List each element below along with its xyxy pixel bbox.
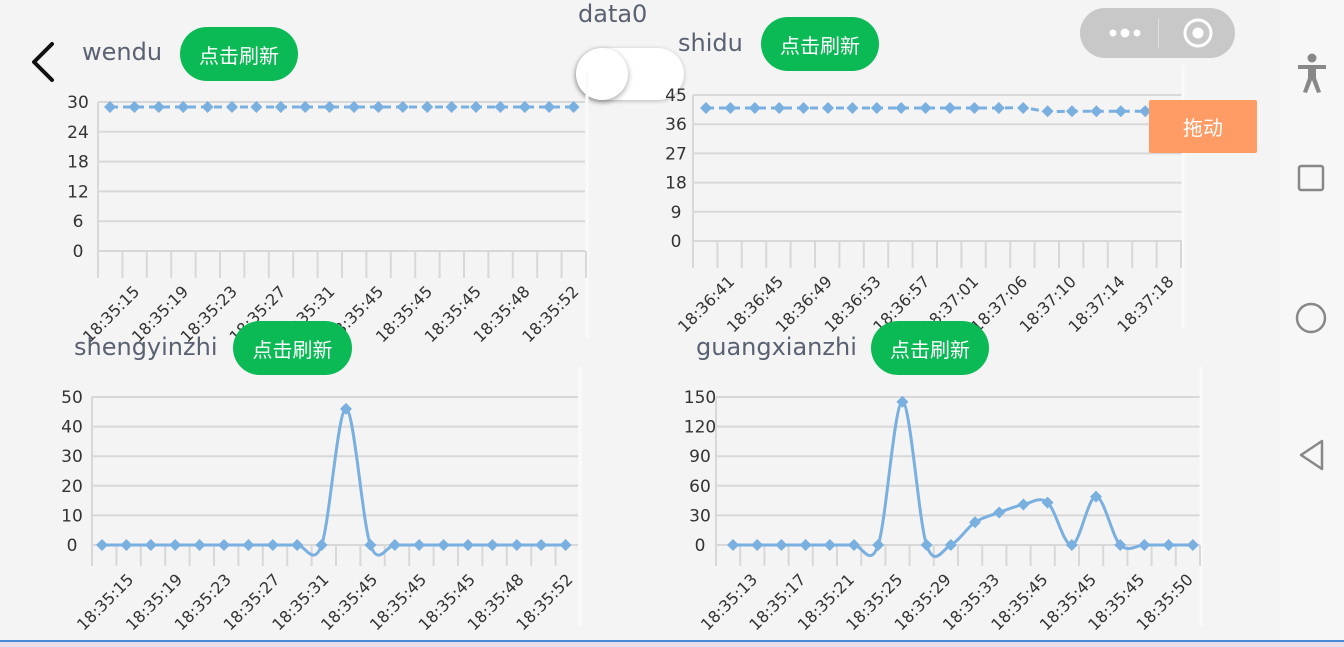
data-point: [944, 101, 956, 114]
triangle-back-icon: [1299, 439, 1324, 471]
y-tick-label: 40: [61, 418, 83, 438]
data-point: [364, 539, 377, 551]
y-tick-label: 30: [67, 93, 89, 113]
data-point: [848, 539, 860, 551]
data-point: [1090, 105, 1103, 118]
y-tick-label: 30: [689, 506, 711, 526]
nav-back-button[interactable]: [1296, 438, 1328, 472]
data-point: [1138, 539, 1151, 551]
accessibility-button[interactable]: [1292, 52, 1332, 94]
y-tick-label: 60: [689, 477, 711, 497]
y-tick-label: 0: [67, 536, 78, 556]
y-tick-label: 20: [61, 477, 83, 497]
series-line: [732, 400, 1193, 558]
y-tick-label: 0: [671, 232, 682, 252]
y-tick-label: 18: [665, 174, 687, 194]
y-tick-label: 24: [67, 123, 89, 143]
y-tick-label: 120: [684, 418, 716, 438]
data-point: [919, 101, 932, 114]
data-point: [1162, 539, 1175, 551]
data-point: [822, 101, 834, 114]
data-point: [218, 539, 230, 551]
data-point: [96, 539, 108, 551]
data-point: [144, 539, 157, 551]
refresh-button-shengyinzhi[interactable]: 点击刷新: [233, 321, 352, 375]
y-tick-label: 36: [665, 115, 687, 135]
series-line: [101, 407, 566, 557]
data-point: [242, 539, 255, 551]
data-point: [413, 539, 426, 551]
data-point: [510, 539, 523, 551]
chart-title-guangxianzhi: guangxianzhi: [696, 333, 857, 361]
bottom-strip: [0, 642, 1344, 647]
y-tick-label: 45: [665, 86, 687, 106]
y-tick-label: 10: [61, 506, 83, 526]
system-nav-bar: [1280, 0, 1344, 647]
refresh-button-guangxianzhi[interactable]: 点击刷新: [871, 321, 989, 375]
data-point: [120, 539, 133, 551]
accessibility-icon: [1298, 53, 1326, 93]
data-point: [1186, 539, 1199, 551]
data-point: [193, 539, 206, 551]
data-point: [872, 539, 885, 551]
data-point: [748, 101, 761, 114]
data-point: [169, 539, 182, 551]
data-point: [535, 539, 548, 551]
data-point: [846, 101, 859, 114]
y-tick-label: 18: [67, 153, 89, 173]
data-point: [486, 539, 499, 551]
drag-button[interactable]: 拖动: [1149, 100, 1257, 153]
data-point: [1017, 101, 1030, 114]
data-point: [727, 539, 739, 551]
y-tick-label: 0: [73, 242, 84, 262]
y-tick-label: 150: [684, 388, 716, 408]
circle-icon: [1295, 302, 1327, 334]
data-point: [1066, 105, 1078, 118]
data-point: [920, 539, 933, 551]
data-point: [775, 539, 788, 551]
y-tick-label: 6: [73, 212, 84, 232]
data-point: [291, 539, 304, 551]
data-point: [773, 101, 786, 114]
data-point: [266, 539, 279, 551]
data-point: [1041, 105, 1054, 118]
home-button[interactable]: [1294, 301, 1328, 335]
y-tick-label: 27: [665, 144, 687, 164]
y-tick-label: 9: [671, 203, 682, 223]
data-point: [437, 539, 450, 551]
recent-apps-button[interactable]: [1296, 163, 1326, 193]
data-point: [700, 101, 712, 114]
data-point: [799, 539, 812, 551]
data-point: [388, 539, 401, 551]
y-tick-label: 30: [61, 447, 83, 467]
data-point: [559, 539, 572, 551]
data-point: [1114, 105, 1127, 118]
data-point: [340, 402, 352, 415]
y-tick-label: 0: [695, 536, 706, 556]
y-tick-label: 50: [61, 388, 83, 408]
data-point: [992, 101, 1005, 114]
data-point: [1017, 498, 1030, 511]
chart-title-shengyinzhi: shengyinzhi: [74, 333, 218, 361]
data-point: [751, 539, 764, 551]
data-point: [968, 101, 981, 114]
data-point: [823, 539, 836, 551]
y-tick-label: 12: [67, 182, 89, 202]
data-point: [724, 101, 737, 114]
data-point: [993, 506, 1006, 519]
data-point: [315, 539, 328, 551]
y-tick-label: 90: [689, 447, 711, 467]
data-point: [797, 101, 810, 114]
data-point: [895, 101, 908, 114]
data-point: [870, 101, 883, 114]
square-icon: [1297, 164, 1325, 192]
data-point: [462, 539, 474, 551]
charts-canvas: 302418126018:35:1518:35:1918:35:2318:35:…: [61, 65, 1203, 634]
